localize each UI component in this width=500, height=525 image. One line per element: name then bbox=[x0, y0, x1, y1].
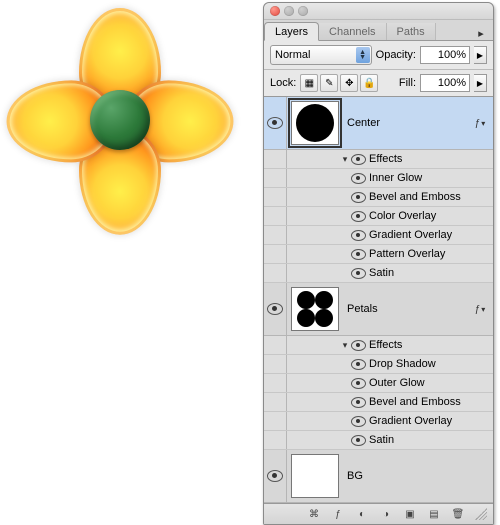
effects-heading-petals[interactable]: ▾ Effects bbox=[264, 336, 493, 355]
effect-eye-icon[interactable] bbox=[351, 154, 366, 165]
effect-outer-glow[interactable]: Outer Glow bbox=[264, 374, 493, 393]
fill-flyout-icon[interactable]: ▶ bbox=[474, 74, 487, 92]
lock-pixels-icon[interactable]: ✎ bbox=[320, 74, 338, 92]
effect-eye-icon[interactable] bbox=[351, 249, 366, 260]
opacity-label: Opacity: bbox=[376, 49, 416, 61]
thumbnail-petals-icon bbox=[295, 289, 335, 329]
opacity-input[interactable]: 100% bbox=[420, 46, 470, 64]
layer-list: Center ƒ▾ ▾ Effects Inner Glow Bevel and… bbox=[264, 97, 493, 503]
layer-thumbnail-petals[interactable] bbox=[291, 287, 339, 331]
palette-menu-icon[interactable]: ▸ bbox=[473, 27, 493, 40]
document-canvas bbox=[0, 0, 240, 240]
layer-fx-badge[interactable]: ƒ▾ bbox=[471, 304, 493, 315]
effect-pattern-overlay[interactable]: Pattern Overlay bbox=[264, 245, 493, 264]
layer-petals[interactable]: Petals ƒ▾ bbox=[264, 283, 493, 336]
effect-bevel-emboss[interactable]: Bevel and Emboss bbox=[264, 393, 493, 412]
effect-bevel-emboss[interactable]: Bevel and Emboss bbox=[264, 188, 493, 207]
lock-transparency-icon[interactable]: ▦ bbox=[300, 74, 318, 92]
effect-eye-icon[interactable] bbox=[351, 211, 366, 222]
minimize-icon[interactable] bbox=[284, 6, 294, 16]
link-layers-icon[interactable]: ⌘ bbox=[305, 507, 323, 521]
thumbnail-circle-icon bbox=[296, 104, 334, 142]
effect-eye-icon[interactable] bbox=[351, 192, 366, 203]
effects-heading-center[interactable]: ▾ Effects bbox=[264, 150, 493, 169]
layer-bg[interactable]: BG bbox=[264, 450, 493, 503]
zoom-icon[interactable] bbox=[298, 6, 308, 16]
fill-input[interactable]: 100% bbox=[420, 74, 470, 92]
new-layer-icon[interactable]: ▤ bbox=[425, 507, 443, 521]
disclosure-icon[interactable]: ▾ bbox=[339, 340, 351, 351]
effect-satin[interactable]: Satin bbox=[264, 431, 493, 450]
palette-tabs: Layers Channels Paths ▸ bbox=[264, 20, 493, 41]
effect-eye-icon[interactable] bbox=[351, 416, 366, 427]
lock-label: Lock: bbox=[270, 77, 296, 89]
effect-drop-shadow[interactable]: Drop Shadow bbox=[264, 355, 493, 374]
visibility-eye-icon[interactable] bbox=[267, 470, 283, 482]
effect-eye-icon[interactable] bbox=[351, 397, 366, 408]
visibility-eye-icon[interactable] bbox=[267, 303, 283, 315]
effect-color-overlay[interactable]: Color Overlay bbox=[264, 207, 493, 226]
blend-mode-row: Normal ▲▼ Opacity: 100% ▶ bbox=[264, 41, 493, 70]
close-icon[interactable] bbox=[270, 6, 280, 16]
layer-mask-icon[interactable]: ◐ bbox=[353, 507, 371, 521]
effect-eye-icon[interactable] bbox=[351, 435, 366, 446]
blend-mode-value: Normal bbox=[275, 49, 310, 61]
adjustment-layer-icon[interactable]: ◑ bbox=[377, 507, 395, 521]
layer-fx-badge[interactable]: ƒ▾ bbox=[471, 118, 493, 129]
effect-gradient-overlay[interactable]: Gradient Overlay bbox=[264, 226, 493, 245]
tab-channels[interactable]: Channels bbox=[319, 23, 386, 40]
layer-thumbnail-center[interactable] bbox=[291, 101, 339, 145]
lock-all-icon[interactable]: 🔒 bbox=[360, 74, 378, 92]
layer-name-center[interactable]: Center bbox=[343, 117, 471, 129]
layer-thumbnail-bg[interactable] bbox=[291, 454, 339, 498]
dropdown-arrows-icon: ▲▼ bbox=[356, 47, 370, 63]
opacity-flyout-icon[interactable]: ▶ bbox=[474, 46, 487, 64]
lock-row: Lock: ▦ ✎ ✥ 🔒 Fill: 100% ▶ bbox=[264, 70, 493, 97]
effect-eye-icon[interactable] bbox=[351, 230, 366, 241]
blend-mode-select[interactable]: Normal ▲▼ bbox=[270, 45, 372, 65]
effect-satin[interactable]: Satin bbox=[264, 264, 493, 283]
lock-position-icon[interactable]: ✥ bbox=[340, 74, 358, 92]
disclosure-icon[interactable]: ▾ bbox=[339, 154, 351, 165]
layers-palette: Layers Channels Paths ▸ Normal ▲▼ Opacit… bbox=[263, 2, 494, 525]
resize-grip-icon[interactable] bbox=[475, 508, 487, 520]
fill-label: Fill: bbox=[399, 77, 416, 89]
layer-center[interactable]: Center ƒ▾ bbox=[264, 97, 493, 150]
trash-icon[interactable]: 🗑 bbox=[449, 507, 467, 521]
effect-eye-icon[interactable] bbox=[351, 359, 366, 370]
flower-center-shape bbox=[90, 90, 150, 150]
effect-eye-icon[interactable] bbox=[351, 340, 366, 351]
tab-layers[interactable]: Layers bbox=[264, 22, 319, 41]
palette-titlebar[interactable] bbox=[264, 3, 493, 20]
effect-gradient-overlay[interactable]: Gradient Overlay bbox=[264, 412, 493, 431]
tab-paths[interactable]: Paths bbox=[387, 23, 436, 40]
palette-bottombar: ⌘ ƒ ◐ ◑ ▣ ▤ 🗑 bbox=[264, 503, 493, 524]
effect-eye-icon[interactable] bbox=[351, 378, 366, 389]
effect-eye-icon[interactable] bbox=[351, 173, 366, 184]
group-icon[interactable]: ▣ bbox=[401, 507, 419, 521]
layer-name-petals[interactable]: Petals bbox=[343, 303, 471, 315]
effect-eye-icon[interactable] bbox=[351, 268, 366, 279]
visibility-eye-icon[interactable] bbox=[267, 117, 283, 129]
lock-buttons: ▦ ✎ ✥ 🔒 bbox=[300, 74, 378, 92]
layer-name-bg[interactable]: BG bbox=[343, 470, 493, 482]
effect-inner-glow[interactable]: Inner Glow bbox=[264, 169, 493, 188]
layer-style-icon[interactable]: ƒ bbox=[329, 507, 347, 521]
